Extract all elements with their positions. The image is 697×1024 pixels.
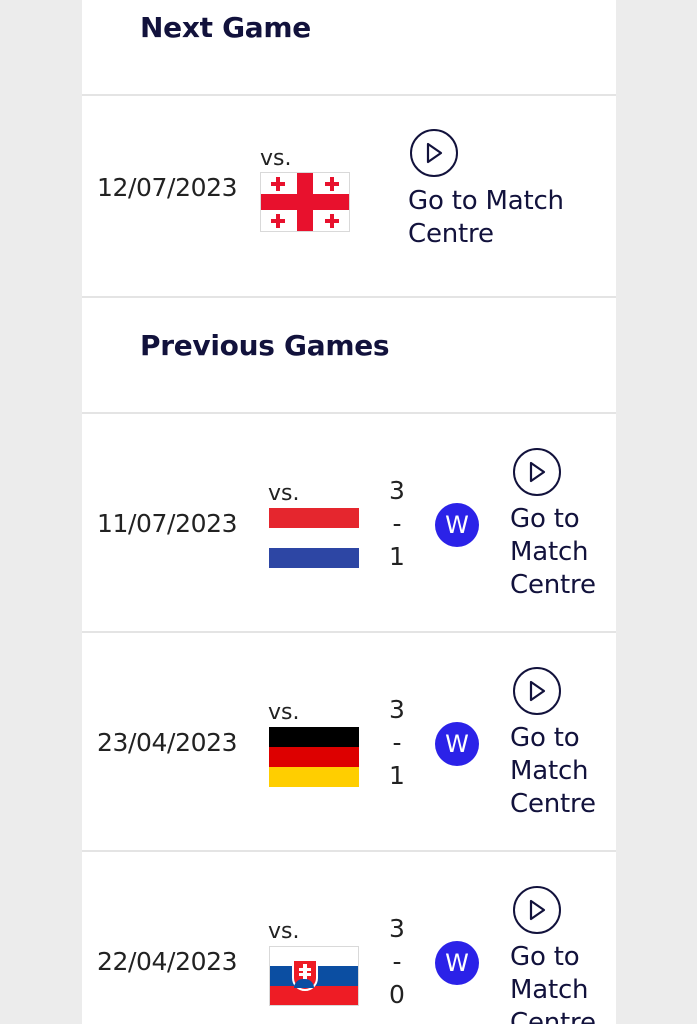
match-date: 22/04/2023 xyxy=(97,947,238,976)
germany-flag xyxy=(269,727,359,787)
next-game-header: Next Game xyxy=(82,0,616,96)
score-home: 3 xyxy=(389,914,405,943)
match-centre-link-line: Match xyxy=(510,975,589,1005)
match-date: 11/07/2023 xyxy=(97,509,238,538)
slovakia-flag xyxy=(269,946,359,1006)
vs-label: vs. xyxy=(268,481,300,506)
match-centre-link[interactable]: Go to Match Centre xyxy=(408,185,564,251)
match-centre-link-line: Go to xyxy=(510,942,580,972)
match-centre-link-line: Match xyxy=(510,537,589,567)
previous-game-row: 22/04/2023 vs. 3 - 0 W Go to Match Centr… xyxy=(82,852,616,1024)
score-home: 3 xyxy=(389,695,405,724)
score-separator: - xyxy=(392,728,402,757)
match-centre-play-icon[interactable] xyxy=(410,129,458,177)
previous-game-row: 23/04/2023 vs. 3 - 1 W Go to Match Centr… xyxy=(82,633,616,852)
match-centre-link[interactable]: Go to Match Centre xyxy=(510,503,596,602)
win-badge: W xyxy=(435,503,479,547)
match-centre-link-line: Centre xyxy=(408,219,494,249)
score-separator: - xyxy=(392,947,402,976)
match-centre-play-icon[interactable] xyxy=(513,667,561,715)
match-date: 12/07/2023 xyxy=(97,173,238,202)
netherlands-flag xyxy=(269,508,359,568)
win-badge: W xyxy=(435,722,479,766)
match-centre-link-line: Centre xyxy=(510,1008,596,1024)
match-centre-link[interactable]: Go to Match Centre xyxy=(510,722,596,821)
vs-label: vs. xyxy=(260,146,292,171)
vs-label: vs. xyxy=(268,919,300,944)
match-centre-link-line: Centre xyxy=(510,789,596,819)
score-separator: - xyxy=(392,509,402,538)
match-date: 23/04/2023 xyxy=(97,728,238,757)
match-centre-link-line: Centre xyxy=(510,570,596,600)
previous-game-row: 11/07/2023 vs. 3 - 1 W Go to Match Centr… xyxy=(82,414,616,633)
match-centre-link-line: Go to Match xyxy=(408,186,564,216)
vs-label: vs. xyxy=(268,700,300,725)
previous-games-header: Previous Games xyxy=(82,298,616,414)
previous-games-title: Previous Games xyxy=(140,329,390,362)
match-centre-link-line: Match xyxy=(510,756,589,786)
match-centre-play-icon[interactable] xyxy=(513,886,561,934)
georgia-flag xyxy=(260,172,350,232)
match-centre-play-icon[interactable] xyxy=(513,448,561,496)
match-centre-link[interactable]: Go to Match Centre xyxy=(510,941,596,1024)
next-game-row: 12/07/2023 vs. Go to Match Centre xyxy=(82,96,616,298)
score-away: 1 xyxy=(389,542,405,571)
score-home: 3 xyxy=(389,476,405,505)
match-centre-link-line: Go to xyxy=(510,723,580,753)
score-away: 0 xyxy=(389,980,405,1009)
next-game-title: Next Game xyxy=(140,11,311,44)
fixtures-panel: Next Game 12/07/2023 vs. Go to Match Cen… xyxy=(82,0,616,1024)
win-badge: W xyxy=(435,941,479,985)
match-centre-link-line: Go to xyxy=(510,504,580,534)
score-away: 1 xyxy=(389,761,405,790)
